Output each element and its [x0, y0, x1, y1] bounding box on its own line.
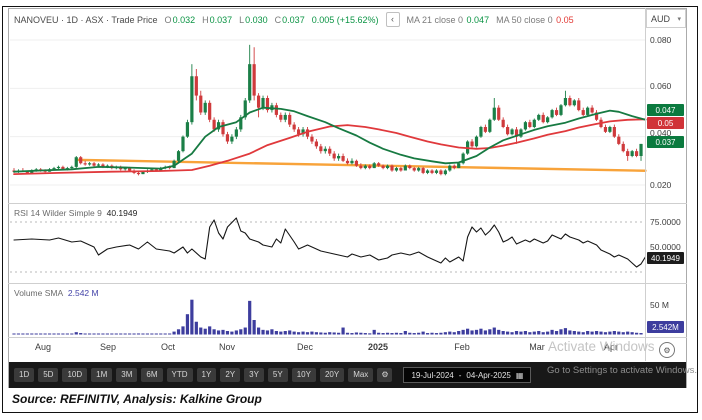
range-button-1y[interactable]: 1Y: [196, 368, 217, 382]
high-value: H0.037: [202, 14, 233, 25]
activate-windows-watermark-sub: Go to Settings to activate Windows.: [547, 365, 697, 376]
symbol-title: NANOVEU · 1D · ASX · Trade Price: [14, 14, 158, 25]
month-label: Mar: [529, 342, 545, 352]
last-price-badge: 0.037: [647, 136, 684, 148]
month-label: Oct: [160, 342, 176, 352]
date-from: 19-Jul-2024: [411, 370, 454, 380]
change-value: 0.005 (+15.62%): [311, 14, 379, 25]
volume-value-badge: 2.542M: [647, 321, 684, 333]
price-tick-020: 0.020: [650, 180, 672, 190]
activate-windows-watermark: Activate Windows: [548, 339, 655, 354]
date-range-picker[interactable]: 19-Jul-2024 - 04-Apr-2025 ▦: [403, 367, 532, 383]
divider-price-rsi: [8, 203, 687, 204]
range-button-max[interactable]: Max: [348, 368, 374, 382]
range-button-5d[interactable]: 5D: [38, 368, 59, 382]
range-button-10d[interactable]: 10D: [62, 368, 88, 382]
price-tick-060: 0.060: [650, 81, 672, 91]
chevron-down-icon: ▾: [677, 15, 681, 23]
ma21-price-badge: 0.047: [647, 104, 684, 116]
low-value: L0.030: [239, 14, 268, 25]
month-label: Aug: [34, 342, 52, 352]
range-button-6m[interactable]: 6M: [141, 368, 163, 382]
currency-label: AUD: [651, 13, 671, 24]
month-label: Sep: [99, 342, 117, 352]
price-tick-080: 0.080: [650, 35, 672, 45]
close-value: C0.037: [274, 14, 305, 25]
calendar-icon: ▦: [515, 370, 524, 380]
ma21-legend: MA 21 close 0 0.047: [406, 14, 490, 25]
range-button-20y[interactable]: 20Y: [319, 368, 345, 382]
rsi-tick-75: 75.0000: [650, 217, 681, 227]
toolbar-gear-icon[interactable]: ⚙: [377, 368, 393, 382]
range-button-10y[interactable]: 10Y: [291, 368, 316, 382]
range-button-3m[interactable]: 3M: [116, 368, 138, 382]
rsi-label: RSI 14 Wilder Simple 9 40.1949: [14, 208, 138, 218]
volume-tick-50m: 50 M: [650, 300, 669, 310]
range-button-1d[interactable]: 1D: [14, 368, 35, 382]
range-button-5y[interactable]: 5Y: [267, 368, 288, 382]
range-button-2y[interactable]: 2Y: [220, 368, 241, 382]
ma50-legend: MA 50 close 0 0.05: [496, 14, 574, 25]
currency-dropdown[interactable]: AUD ▾: [646, 9, 686, 28]
month-label: Nov: [218, 342, 236, 352]
collapse-legend-button[interactable]: ‹: [385, 12, 400, 27]
month-label: Dec: [296, 342, 314, 352]
axis-settings-gear-icon[interactable]: ⚙: [659, 342, 675, 358]
date-separator: -: [458, 370, 462, 380]
divider-plot-axis: [645, 8, 646, 361]
open-value: O0.032: [164, 14, 196, 25]
divider-rsi-volume: [8, 283, 687, 284]
range-button-ytd[interactable]: YTD: [166, 368, 193, 382]
range-button-3y[interactable]: 3Y: [244, 368, 264, 382]
rsi-value-badge: 40.1949: [647, 252, 684, 264]
month-label: Feb: [454, 342, 470, 352]
range-button-1m[interactable]: 1M: [91, 368, 113, 382]
date-to: 04-Apr-2025: [466, 370, 511, 380]
rsi-tick-50: 50.0000: [650, 242, 681, 252]
source-attribution: Source: REFINITIV, Analysis: Kalkine Gro…: [12, 392, 262, 406]
volume-label: Volume SMA 2.542 M: [14, 288, 99, 298]
chart-legend: NANOVEU · 1D · ASX · Trade Price O0.032 …: [14, 12, 574, 27]
month-label-year: 2025: [367, 342, 389, 352]
ma50-price-badge: 0.05: [647, 117, 684, 129]
divider-volume-timeaxis: [8, 337, 687, 338]
